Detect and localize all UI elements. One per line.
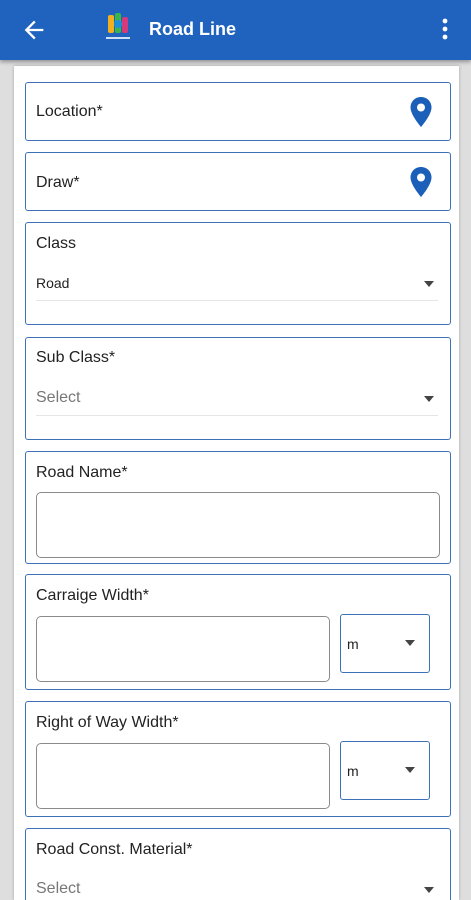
page-title: Road Line [149, 19, 237, 39]
location-label: Location* [36, 103, 103, 120]
class-field: Class Road [25, 222, 451, 325]
right-of-way-width-field: Right of Way Width* m [25, 701, 451, 817]
carriage-width-input[interactable] [36, 616, 330, 682]
road-const-material-field: Road Const. Material* Select [25, 828, 451, 900]
location-field[interactable]: Location* [25, 82, 451, 141]
chevron-down-icon [424, 396, 434, 402]
arrow-left-icon[interactable] [20, 16, 48, 44]
chevron-down-icon [405, 767, 415, 773]
right-of-way-width-unit-select[interactable]: m [340, 741, 430, 800]
road-name-label: Road Name* [36, 464, 128, 481]
sub-class-label: Sub Class* [36, 349, 116, 366]
right-of-way-width-input[interactable] [36, 743, 330, 809]
carriage-width-unit-select[interactable]: m [340, 614, 430, 673]
location-pin-icon[interactable] [409, 96, 433, 128]
more-vertical-icon[interactable] [433, 15, 457, 43]
right-of-way-width-label: Right of Way Width* [36, 714, 179, 731]
road-name-field: Road Name* [25, 451, 451, 564]
chevron-down-icon [405, 640, 415, 646]
carriage-width-label: Carraige Width* [36, 587, 149, 604]
location-pin-icon[interactable] [409, 166, 433, 198]
carriage-width-unit-value: m [347, 636, 359, 652]
app-bar: Road Line [0, 0, 471, 60]
carriage-width-field: Carraige Width* m [25, 574, 451, 690]
draw-label: Draw* [36, 174, 80, 191]
class-selected-value: Road [36, 275, 70, 291]
road-const-material-placeholder: Select [36, 880, 81, 897]
class-label: Class [36, 235, 77, 252]
sub-class-field: Sub Class* Select [25, 337, 451, 440]
class-dropdown[interactable]: Road [36, 267, 438, 301]
chevron-down-icon [424, 887, 434, 893]
right-of-way-width-unit-value: m [347, 763, 359, 779]
road-const-material-label: Road Const. Material* [36, 841, 193, 858]
chevron-down-icon [424, 281, 434, 287]
road-name-input[interactable] [36, 492, 440, 558]
app-logo [106, 13, 130, 39]
sub-class-placeholder: Select [36, 389, 81, 406]
sub-class-dropdown[interactable]: Select [36, 382, 438, 416]
draw-field[interactable]: Draw* [25, 152, 451, 211]
road-const-material-dropdown[interactable]: Select [36, 873, 438, 900]
